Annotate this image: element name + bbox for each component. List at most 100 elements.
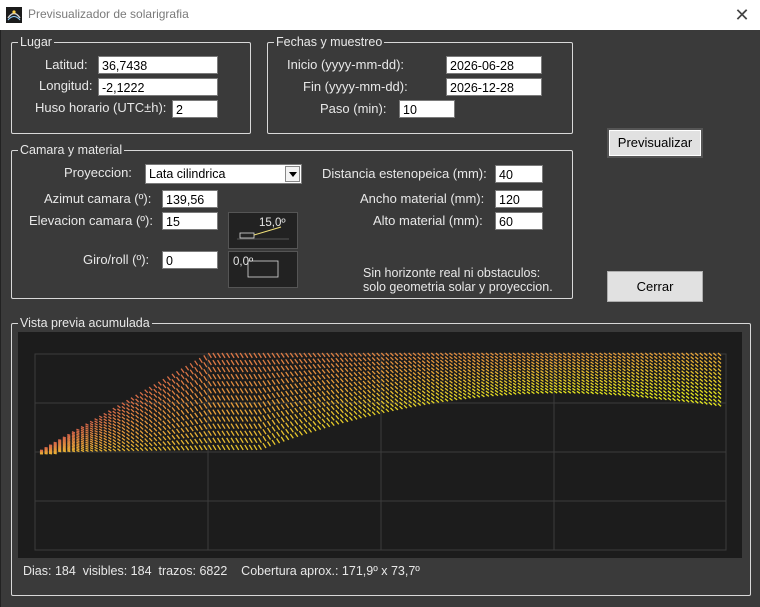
trace-segment [612, 380, 617, 384]
trace-segment [599, 367, 604, 371]
trace-segment [426, 382, 431, 386]
trace-segment [166, 419, 171, 424]
latitud-input[interactable]: 36,7438 [98, 56, 218, 74]
trace-segment [712, 390, 717, 395]
trace-segment [121, 440, 126, 445]
trace-segment [481, 355, 485, 359]
trace-segment [703, 390, 708, 394]
paso-input[interactable]: 10 [399, 100, 455, 118]
trace-segment [490, 358, 494, 363]
trace-segment [380, 404, 385, 409]
trace-segment [712, 364, 717, 368]
trace-segment [508, 355, 513, 359]
trace-segment [80, 435, 85, 438]
trace-segment [121, 447, 126, 452]
trace-segment [712, 375, 717, 380]
trace-segment [403, 372, 408, 377]
trace-segment [153, 398, 158, 403]
trace-segment [576, 373, 581, 377]
trace-segment [76, 438, 80, 441]
trace-segment [80, 440, 85, 443]
distancia-input[interactable]: 40 [495, 165, 543, 183]
previsualizar-button[interactable]: Previsualizar [607, 128, 703, 158]
trace-segment [153, 383, 158, 389]
trace-segment [590, 355, 594, 359]
trace-segment [417, 398, 422, 403]
distancia-label: Distancia estenopeica (mm): [322, 166, 487, 181]
trace-segment [166, 408, 171, 414]
inicio-input[interactable]: 2026-06-28 [446, 56, 542, 74]
trace-segment [608, 361, 613, 365]
trace-segment [266, 434, 272, 440]
trace-segment [276, 411, 281, 418]
trace-segment [467, 388, 472, 393]
trace-segment [203, 410, 208, 416]
trace-segment [408, 403, 413, 408]
trace-segment [194, 438, 199, 444]
trace-segment [576, 370, 581, 374]
trace-segment [153, 441, 158, 447]
longitud-input[interactable]: -2,1222 [98, 78, 218, 96]
trace-segment [581, 364, 585, 368]
trace-segment [640, 371, 644, 376]
ancho-input[interactable]: 120 [495, 190, 543, 208]
trace-segment [567, 364, 572, 368]
fin-input[interactable]: 2026-12-28 [446, 78, 542, 96]
trace-segment [321, 374, 326, 380]
elevacion-input[interactable]: 15 [162, 212, 218, 230]
close-icon[interactable]: ✕ [727, 3, 757, 27]
trace-segment [558, 372, 563, 377]
trace-segment [348, 411, 353, 417]
trace-segment [71, 436, 76, 440]
trace-segment [444, 380, 449, 385]
trace-segment [662, 379, 667, 384]
trace-segment [667, 366, 672, 370]
trace-segment [394, 385, 399, 390]
trace-segment [80, 444, 85, 447]
trace-segment [185, 377, 190, 383]
trace-segment [76, 430, 80, 433]
trace-segment [540, 390, 544, 394]
trace-segment [348, 367, 353, 372]
trace-segment [53, 452, 57, 455]
trace-segment [385, 361, 390, 366]
trace-segment [412, 403, 417, 407]
cerrar-button[interactable]: Cerrar [607, 271, 703, 302]
trace-segment [667, 386, 672, 391]
trace-segment [408, 364, 413, 369]
azimut-input[interactable]: 139,56 [162, 190, 218, 208]
trace-segment [667, 376, 672, 381]
trace-segment [389, 369, 394, 374]
trace-segment [321, 396, 326, 402]
trace-segment [558, 370, 563, 374]
trace-segment [171, 418, 176, 423]
trace-segment [321, 423, 326, 429]
trace-segment [194, 432, 199, 438]
trace-segment [166, 435, 171, 441]
giro-input[interactable]: 0 [162, 251, 218, 269]
trace-segment [89, 420, 94, 424]
trace-segment [226, 373, 231, 380]
trace-segment [71, 435, 76, 438]
chevron-down-icon[interactable] [285, 166, 300, 182]
proyeccion-select[interactable]: Lata cilindrica [145, 164, 302, 184]
trace-segment [198, 371, 203, 377]
alto-input[interactable]: 60 [495, 212, 543, 230]
trace-segment [562, 352, 567, 356]
trace-segment [635, 358, 640, 363]
huso-input[interactable]: 2 [172, 100, 218, 118]
trace-segment [348, 377, 353, 382]
trace-segment [394, 389, 399, 394]
trace-segment [467, 359, 472, 363]
trace-segment [653, 375, 658, 380]
trace-segment [717, 403, 722, 407]
trace-segment [135, 414, 140, 419]
trace-segment [549, 378, 553, 382]
trace-segment [362, 366, 367, 371]
trace-segment [144, 433, 149, 438]
trace-segment [608, 392, 613, 396]
trace-segment [367, 370, 372, 376]
trace-segment [544, 381, 549, 385]
trace-segment [266, 420, 272, 427]
trace-segment [112, 445, 117, 449]
